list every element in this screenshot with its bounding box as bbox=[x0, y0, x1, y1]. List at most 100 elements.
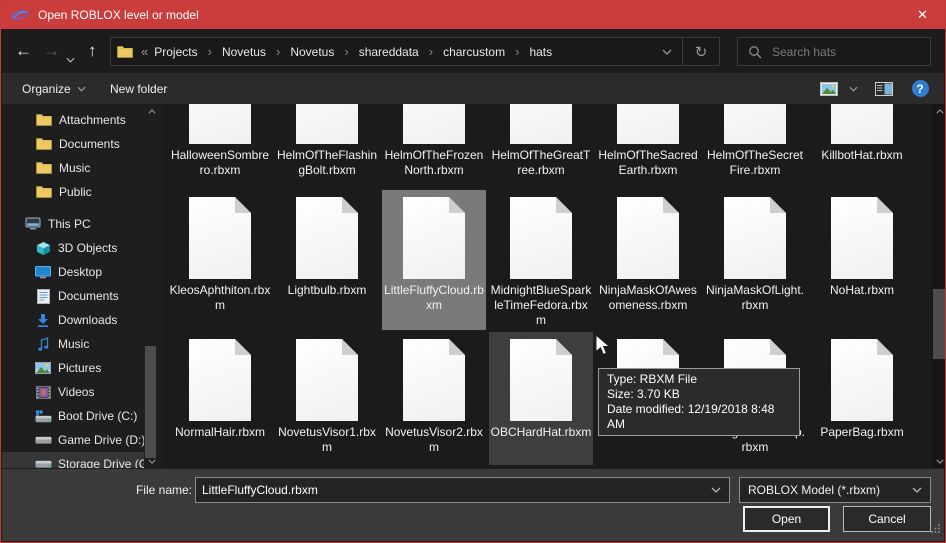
window-title: Open ROBLOX level or model bbox=[38, 8, 199, 22]
file-label: NormalHair.rbxm bbox=[169, 425, 271, 440]
scroll-down-icon[interactable] bbox=[932, 455, 946, 467]
sidebar-item-3d-objects[interactable]: 3D Objects bbox=[2, 236, 144, 260]
file-name-label: File name: bbox=[120, 483, 192, 497]
file-item[interactable]: HelmOfTheSecretFire.rbxm bbox=[703, 104, 807, 188]
sidebar-item-music[interactable]: Music bbox=[2, 332, 144, 356]
scrollbar-thumb[interactable] bbox=[933, 289, 945, 359]
sidebar-item-desktop[interactable]: Desktop bbox=[2, 260, 144, 284]
chevron-down-icon[interactable] bbox=[703, 487, 729, 493]
scroll-up-icon[interactable] bbox=[144, 105, 159, 117]
close-button[interactable]: ✕ bbox=[900, 1, 945, 29]
file-item[interactable]: PaperBag.rbxm bbox=[810, 332, 914, 465]
download-arrow-icon bbox=[33, 313, 53, 328]
navigation-bar: ← → ↑ « Projects › Novetus › Novetus › s… bbox=[2, 29, 944, 73]
file-label: LittleFluffyCloud.rbxm bbox=[383, 283, 485, 313]
file-item[interactable]: NovetusVisor1.rbxm bbox=[275, 332, 379, 465]
sidebar-item-game-drive[interactable]: Game Drive (D:) bbox=[2, 428, 144, 452]
file-item-hovered[interactable]: OBCHardHat.rbxm bbox=[489, 332, 593, 465]
file-type-combobox[interactable]: ROBLOX Model (*.rbxm) bbox=[739, 477, 931, 503]
address-dropdown-chevron-icon[interactable] bbox=[652, 38, 682, 65]
up-button[interactable]: ↑ bbox=[88, 42, 97, 59]
file-item[interactable]: NormalHair.rbxm bbox=[168, 332, 272, 465]
search-input[interactable] bbox=[770, 44, 930, 60]
file-list-scrollbar[interactable] bbox=[932, 104, 946, 468]
sidebar-item-label: Storage Drive (G bbox=[58, 457, 144, 468]
sidebar-item-label: Boot Drive (C:) bbox=[58, 409, 137, 423]
file-icon bbox=[510, 197, 572, 279]
chevron-right-icon: › bbox=[200, 44, 220, 59]
file-item[interactable]: KleosAphthiton.rbxm bbox=[168, 190, 272, 330]
computer-icon bbox=[23, 217, 43, 231]
sidebar-item-label: 3D Objects bbox=[58, 241, 117, 255]
sidebar-item-music-quick[interactable]: Music bbox=[2, 156, 144, 180]
scrollbar-thumb[interactable] bbox=[145, 346, 156, 458]
file-item[interactable]: NovetusVisor2.rbxm bbox=[382, 332, 486, 465]
sidebar-item-downloads[interactable]: Downloads bbox=[2, 308, 144, 332]
drive-icon bbox=[33, 458, 53, 468]
file-item[interactable]: Lightbulb.rbxm bbox=[275, 190, 379, 330]
command-toolbar: Organize New folder ? bbox=[2, 73, 944, 104]
scroll-down-icon[interactable] bbox=[144, 455, 159, 467]
sidebar-item-boot-drive[interactable]: Boot Drive (C:) bbox=[2, 404, 144, 428]
file-icon bbox=[189, 104, 251, 144]
breadcrumb-overflow-icon[interactable]: « bbox=[141, 44, 148, 59]
change-view-button[interactable] bbox=[816, 73, 842, 104]
file-item[interactable]: HelmOfTheSacredEarth.rbxm bbox=[596, 104, 700, 188]
desktop-icon bbox=[33, 266, 53, 279]
help-button[interactable]: ? bbox=[907, 73, 933, 104]
breadcrumb-novetus-2[interactable]: Novetus bbox=[288, 45, 336, 59]
recent-locations-chevron-icon[interactable] bbox=[66, 49, 75, 66]
breadcrumb-hats[interactable]: hats bbox=[527, 45, 554, 59]
file-item[interactable]: HelmOfTheGreatTree.rbxm bbox=[489, 104, 593, 188]
file-item[interactable]: NinjaMaskOfAwesomeness.rbxm bbox=[596, 190, 700, 330]
folder-icon bbox=[117, 45, 133, 59]
breadcrumb-novetus-1[interactable]: Novetus bbox=[220, 45, 268, 59]
file-item[interactable]: HalloweenSombrero.rbxm bbox=[168, 104, 272, 188]
file-item[interactable]: MidnightBlueSparkleTimeFedora.rbxm bbox=[489, 190, 593, 330]
file-item[interactable]: NoHat.rbxm bbox=[810, 190, 914, 330]
resize-grip[interactable] bbox=[930, 521, 941, 539]
preview-pane-button[interactable] bbox=[871, 73, 897, 104]
sidebar-item-documents[interactable]: Documents bbox=[2, 284, 144, 308]
music-note-icon bbox=[33, 337, 53, 352]
sidebar-item-pictures[interactable]: Pictures bbox=[2, 356, 144, 380]
organize-button[interactable]: Organize bbox=[14, 73, 94, 104]
chevron-down-icon[interactable] bbox=[904, 487, 930, 493]
thumbnail-view-icon bbox=[820, 82, 838, 96]
file-info-tooltip: Type: RBXM File Size: 3.70 KB Date modif… bbox=[598, 368, 800, 436]
open-file-dialog: Open ROBLOX level or model ✕ ← → ↑ « Pro… bbox=[0, 0, 946, 543]
preview-pane-icon bbox=[875, 82, 893, 96]
change-view-chevron-icon[interactable] bbox=[844, 73, 862, 104]
sidebar-scrollbar[interactable] bbox=[144, 104, 159, 468]
file-item[interactable]: HelmOfTheFrozenNorth.rbxm bbox=[382, 104, 486, 188]
file-name-input[interactable] bbox=[196, 483, 703, 497]
address-bar[interactable]: « Projects › Novetus › Novetus › sharedd… bbox=[110, 37, 720, 66]
breadcrumb-charcustom[interactable]: charcustom bbox=[441, 45, 507, 59]
sidebar-item-this-pc[interactable]: This PC bbox=[2, 212, 144, 236]
scroll-up-icon[interactable] bbox=[932, 105, 946, 117]
new-folder-button[interactable]: New folder bbox=[102, 73, 175, 104]
sidebar-item-storage-drive[interactable]: Storage Drive (G bbox=[2, 452, 144, 468]
sidebar-item-public[interactable]: Public bbox=[2, 180, 144, 204]
file-item[interactable]: NinjaMaskOfLight.rbxm bbox=[703, 190, 807, 330]
open-button[interactable]: Open bbox=[743, 506, 830, 532]
file-item-selected[interactable]: LittleFluffyCloud.rbxm bbox=[382, 190, 486, 330]
tooltip-type: Type: RBXM File bbox=[607, 372, 791, 387]
breadcrumb-shareddata[interactable]: shareddata bbox=[357, 45, 421, 59]
file-name-combobox[interactable] bbox=[195, 477, 730, 503]
cube-icon bbox=[33, 241, 53, 256]
refresh-button[interactable]: ↻ bbox=[683, 38, 719, 65]
file-icon bbox=[510, 339, 572, 421]
file-icon bbox=[831, 104, 893, 144]
file-item[interactable]: KillbotHat.rbxm bbox=[810, 104, 914, 188]
cancel-button[interactable]: Cancel bbox=[843, 506, 931, 532]
search-box bbox=[737, 37, 931, 66]
back-button[interactable]: ← bbox=[15, 42, 32, 59]
file-icon bbox=[189, 339, 251, 421]
file-item[interactable]: HelmOfTheFlashingBolt.rbxm bbox=[275, 104, 379, 188]
forward-button[interactable]: → bbox=[43, 42, 60, 59]
sidebar-item-documents-quick[interactable]: Documents bbox=[2, 132, 144, 156]
sidebar-item-attachments[interactable]: Attachments bbox=[2, 108, 144, 132]
sidebar-item-videos[interactable]: Videos bbox=[2, 380, 144, 404]
breadcrumb-projects[interactable]: Projects bbox=[152, 45, 199, 59]
